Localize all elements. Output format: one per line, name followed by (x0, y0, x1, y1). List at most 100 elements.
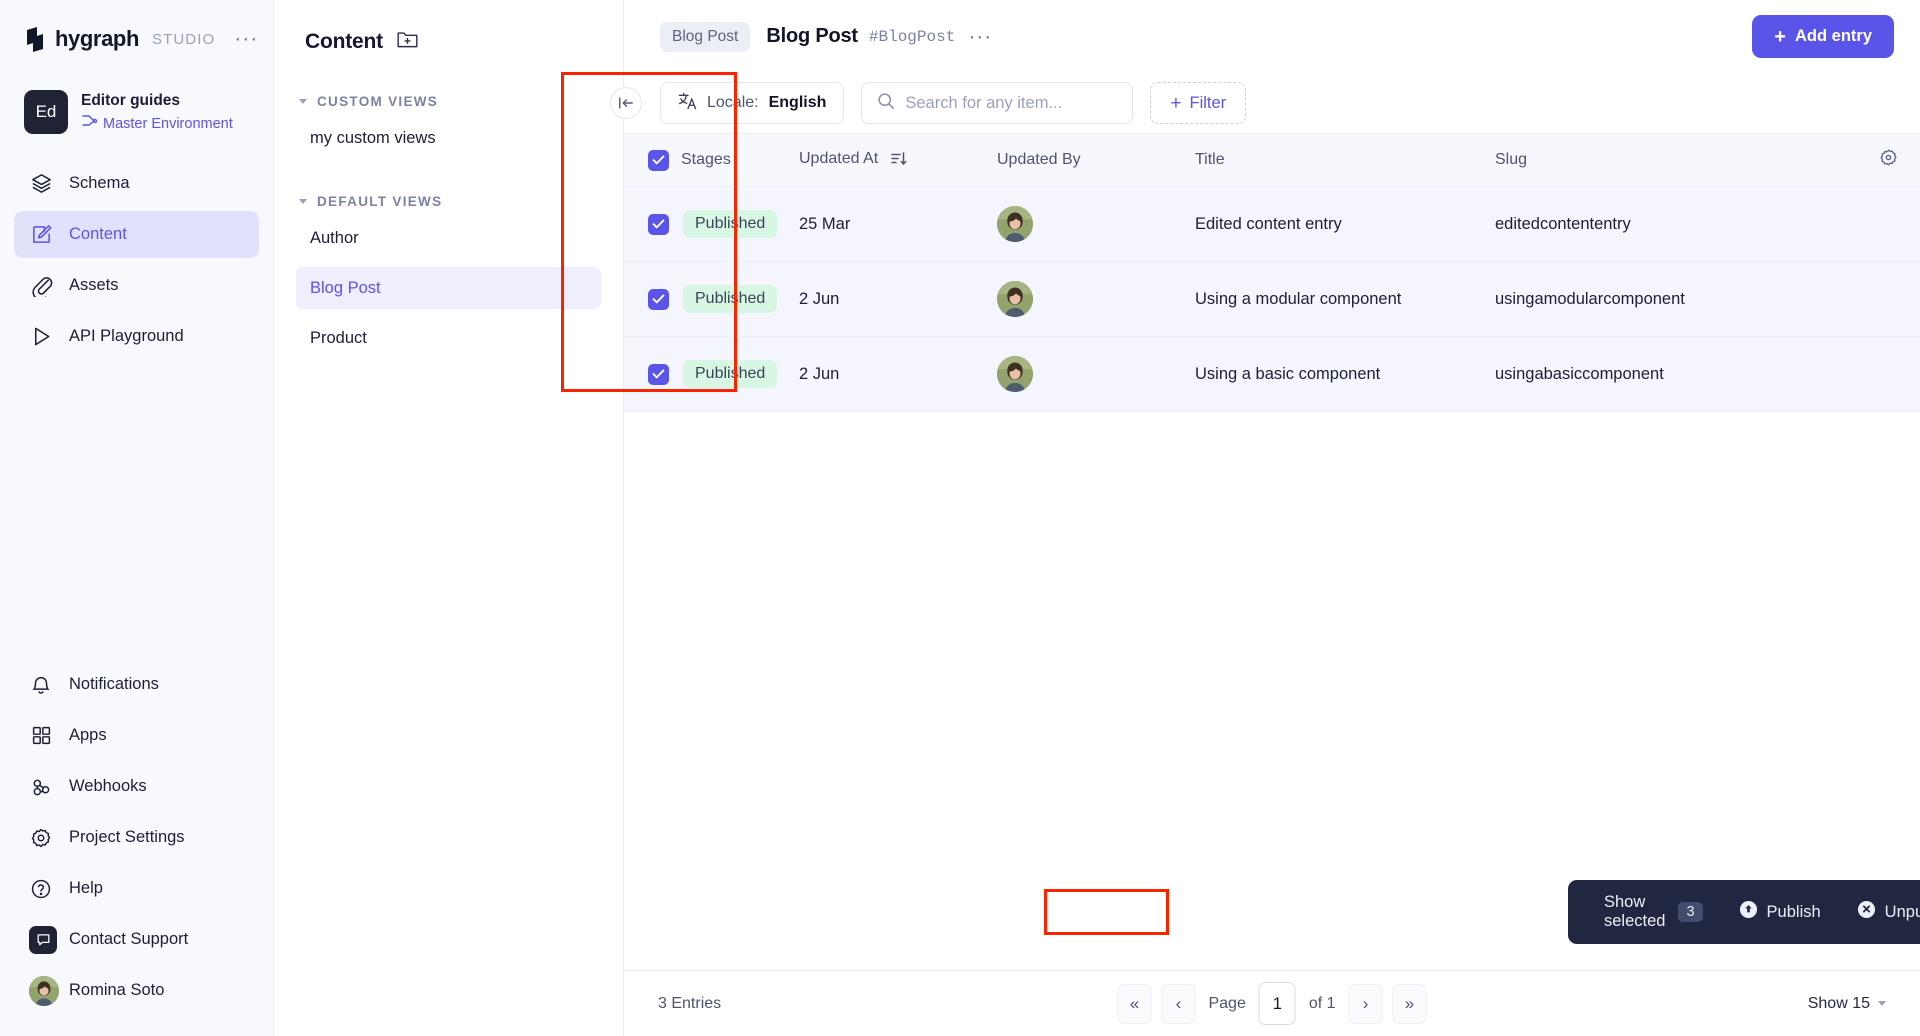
views-group-label: DEFAULT VIEWS (317, 194, 442, 209)
column-header-label: Title (1195, 151, 1225, 168)
last-page-button[interactable]: » (1393, 984, 1427, 1024)
filter-button[interactable]: + Filter (1150, 82, 1246, 124)
unpublish-button[interactable]: Unpublish (1839, 892, 1920, 932)
sidebar-item-label: Apps (69, 726, 107, 745)
cell-updated-at: 2 Jun (799, 262, 997, 337)
table-row[interactable]: Published 2 Jun (624, 262, 1920, 337)
page-size-selector[interactable]: Show 15 (1808, 995, 1886, 1013)
primary-sidebar: hygraph STUDIO ··· Ed Editor guides Mast… (0, 0, 274, 1036)
question-circle-icon (29, 877, 53, 901)
status-badge: Published (683, 210, 777, 238)
sidebar-item-label: Assets (69, 276, 119, 295)
app-root: hygraph STUDIO ··· Ed Editor guides Mast… (0, 0, 1920, 1036)
row-checkbox[interactable] (648, 214, 669, 235)
project-switcher[interactable]: Ed Editor guides Master Environment (24, 90, 249, 134)
locale-label: Locale: (707, 94, 759, 112)
cell-slug: usingamodularcomponent (1495, 262, 1856, 337)
chevron-down-icon (1878, 1001, 1886, 1006)
view-item-product[interactable]: Product (296, 317, 601, 359)
collapse-left-icon[interactable] (610, 87, 642, 119)
view-item-my-custom-views[interactable]: my custom views (296, 117, 601, 159)
grid-icon (29, 724, 53, 748)
select-all-checkbox[interactable] (648, 150, 669, 171)
sidebar-item-api-playground[interactable]: API Playground (14, 313, 259, 360)
page-number-input[interactable] (1259, 982, 1296, 1025)
brand-overflow-menu-icon[interactable]: ··· (234, 34, 258, 44)
sidebar-item-label: API Playground (69, 327, 184, 346)
row-checkbox[interactable] (648, 364, 669, 385)
webhook-icon (29, 775, 53, 799)
search-box[interactable] (861, 82, 1133, 124)
view-item-author[interactable]: Author (296, 217, 601, 259)
search-input[interactable] (905, 94, 1117, 113)
views-group-default: DEFAULT VIEWS Author Blog Post Product (296, 194, 601, 359)
sidebar-item-notifications[interactable]: Notifications (14, 661, 259, 708)
views-group-header[interactable]: CUSTOM VIEWS (296, 94, 601, 109)
page-label: Page (1208, 995, 1245, 1013)
sidebar-item-content[interactable]: Content (14, 211, 259, 258)
view-item-label: Product (310, 329, 367, 348)
column-settings-button[interactable] (1856, 134, 1920, 187)
views-group-label: CUSTOM VIEWS (317, 94, 438, 109)
content-views-panel: Content CUSTOM VIEWS my custom views DEF… (274, 0, 624, 1036)
column-header-label: Updated By (997, 151, 1081, 168)
add-entry-button[interactable]: + Add entry (1752, 15, 1894, 58)
column-header-updated-at[interactable]: Updated At (799, 134, 997, 187)
top-bar: Blog Post Blog Post #BlogPost ··· + Add … (624, 0, 1920, 73)
project-name: Editor guides (81, 91, 233, 112)
column-header-label: Stages (681, 151, 731, 169)
table-row[interactable]: Published 2 Jun (624, 337, 1920, 412)
unpublish-label: Unpublish (1885, 903, 1920, 922)
search-icon (877, 92, 895, 115)
table-row[interactable]: Published 25 Mar (624, 187, 1920, 262)
brand[interactable]: hygraph STUDIO ··· (24, 24, 249, 54)
sidebar-item-apps[interactable]: Apps (14, 712, 259, 759)
main-nav: Schema Content Assets (0, 160, 273, 364)
environment-branch-icon (81, 114, 97, 133)
total-pages-label: of 1 (1309, 995, 1336, 1013)
sidebar-item-assets[interactable]: Assets (14, 262, 259, 309)
column-header-slug[interactable]: Slug (1495, 134, 1856, 187)
column-header-title[interactable]: Title (1195, 134, 1495, 187)
page-size-label: Show 15 (1808, 995, 1870, 1013)
column-header-updated-by[interactable]: Updated By (997, 134, 1195, 187)
sidebar-item-contact-support[interactable]: Contact Support (14, 916, 259, 963)
cell-slug: usingabasiccomponent (1495, 337, 1856, 412)
row-checkbox[interactable] (648, 289, 669, 310)
views-group-header[interactable]: DEFAULT VIEWS (296, 194, 601, 209)
status-badge: Published (683, 285, 777, 313)
breadcrumb[interactable]: Blog Post (660, 22, 750, 52)
sort-descending-icon[interactable] (891, 152, 907, 171)
brand-name: hygraph (55, 26, 139, 52)
sidebar-item-schema[interactable]: Schema (14, 160, 259, 207)
cell-updated-at: 2 Jun (799, 337, 997, 412)
next-page-button[interactable]: › (1349, 984, 1383, 1024)
filter-label: Filter (1189, 94, 1226, 113)
entries-count: 3 Entries (658, 995, 721, 1013)
model-overflow-menu-icon[interactable]: ··· (968, 33, 992, 41)
entries-table: Stages Updated At Upda (624, 133, 1920, 412)
sidebar-item-user-account[interactable]: Romina Soto (14, 967, 259, 1014)
sidebar-item-webhooks[interactable]: Webhooks (14, 763, 259, 810)
view-item-blog-post[interactable]: Blog Post (296, 267, 601, 309)
previous-page-button[interactable]: ‹ (1161, 984, 1195, 1024)
publish-button[interactable]: Publish (1721, 892, 1839, 932)
environment-switcher[interactable]: Master Environment (81, 114, 233, 133)
plus-icon: + (1774, 27, 1786, 47)
sidebar-item-label: Project Settings (69, 828, 185, 847)
cell-updated-by (997, 262, 1195, 337)
table-body: Published 25 Mar (624, 187, 1920, 412)
first-page-button[interactable]: « (1117, 984, 1151, 1024)
edit-square-icon (29, 223, 53, 247)
cell-slug: editedcontententry (1495, 187, 1856, 262)
cell-title: Edited content entry (1195, 187, 1495, 262)
filters-toolbar: Locale: English + Filter (624, 73, 1920, 133)
show-selected-button[interactable]: Show selected 3 (1586, 892, 1721, 932)
sidebar-item-help[interactable]: Help (14, 865, 259, 912)
bell-icon (29, 673, 53, 697)
locale-selector[interactable]: Locale: English (660, 82, 844, 124)
sidebar-item-project-settings[interactable]: Project Settings (14, 814, 259, 861)
column-header-stages[interactable]: Stages (624, 134, 799, 187)
folder-plus-icon[interactable] (397, 30, 418, 54)
add-entry-label: Add entry (1795, 27, 1872, 46)
